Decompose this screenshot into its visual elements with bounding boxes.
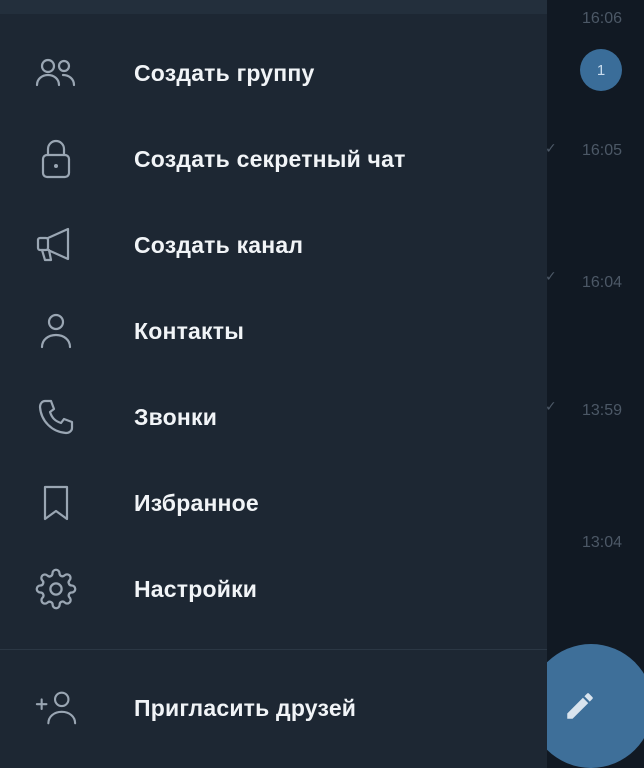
phone-icon — [34, 395, 78, 439]
person-icon — [34, 309, 78, 353]
menu-item-new-group[interactable]: Создать группу — [0, 30, 547, 116]
menu-item-new-secret-chat[interactable]: Создать секретный чат — [0, 116, 547, 202]
menu-item-new-channel[interactable]: Создать канал — [0, 202, 547, 288]
group-icon — [34, 51, 78, 95]
menu-item-label: Настройки — [134, 575, 258, 602]
menu-item-contacts[interactable]: Контакты — [0, 288, 547, 374]
menu-item-label: Контакты — [134, 317, 245, 344]
chat-time: 16:05 — [581, 142, 622, 159]
menu-item-settings[interactable]: Настройки — [0, 546, 547, 632]
unread-badge[interactable]: 1 — [580, 49, 622, 91]
menu-item-label: Звонки — [134, 403, 218, 430]
menu-item-label: Пригласить друзей — [134, 694, 357, 721]
menu-divider — [0, 649, 547, 650]
menu-item-label: Создать канал — [134, 231, 304, 258]
chat-time: 16:04 — [581, 274, 622, 291]
menu-item-invite-friends[interactable]: Пригласить друзей — [0, 665, 547, 751]
menu-item-label: Создать группу — [134, 59, 315, 86]
menu-item-saved-messages[interactable]: Избранное — [0, 460, 547, 546]
chat-time: 16:06 — [581, 10, 622, 27]
megaphone-icon — [34, 223, 78, 267]
menu-item-label: Создать секретный чат — [134, 145, 406, 172]
chat-time: 13:04 — [581, 534, 622, 551]
navigation-drawer: Создать группу Создать секретный чат Соз… — [0, 0, 547, 768]
add-person-icon — [34, 686, 78, 730]
drawer-header-edge — [0, 0, 547, 14]
menu-item-label: Избранное — [134, 489, 259, 516]
chat-time: 13:59 — [581, 402, 622, 419]
menu-item-calls[interactable]: Звонки — [0, 374, 547, 460]
lock-icon — [34, 137, 78, 181]
bookmark-icon — [34, 481, 78, 525]
pencil-icon — [567, 689, 597, 723]
gear-icon — [34, 567, 78, 611]
